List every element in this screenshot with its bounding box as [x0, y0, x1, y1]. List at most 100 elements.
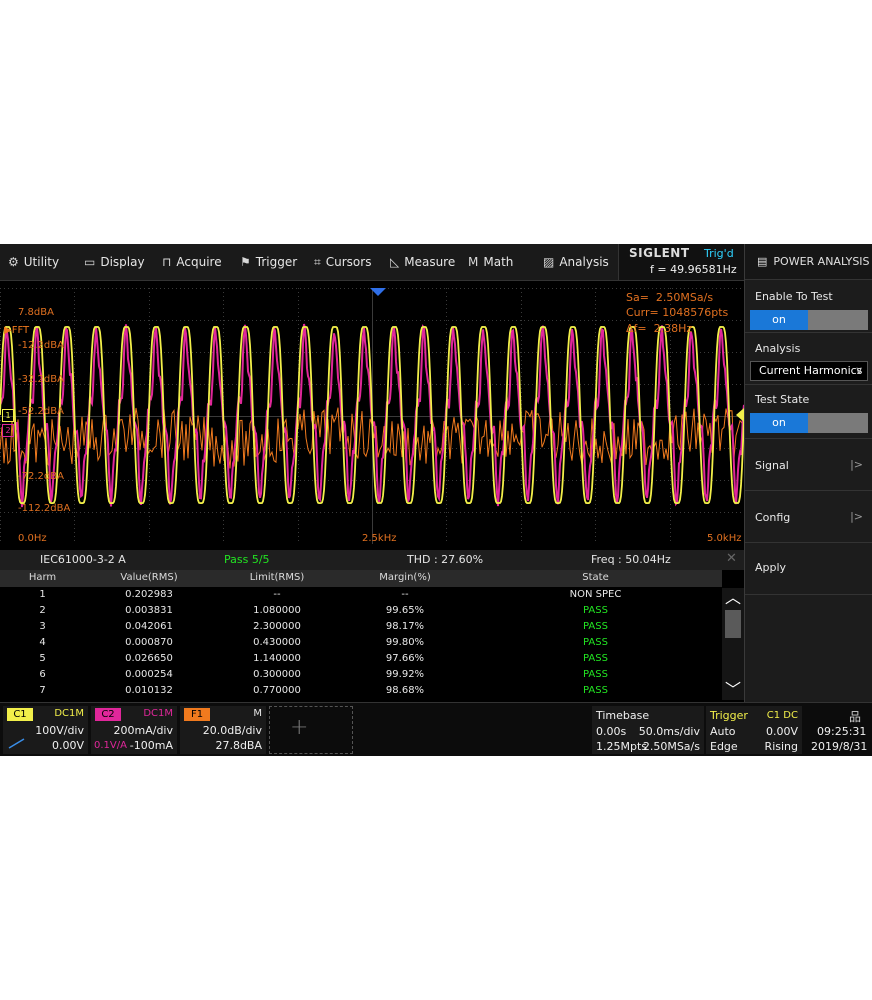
memory-depth: 1.25Mpts	[596, 740, 648, 753]
cell-value: 0.010132	[125, 685, 173, 696]
enable-to-test-section[interactable]: Enable To Test on	[745, 281, 872, 333]
column-header-margin: Margin(%)	[379, 572, 431, 583]
fft-marker[interactable]: ▶FFT	[4, 325, 29, 336]
siglent-logo: SIGLENT	[629, 246, 690, 260]
cell-value: 0.000254	[125, 669, 173, 680]
channel-2-scale: 200mA/div	[113, 724, 174, 737]
cell-value: 0.003831	[125, 605, 173, 616]
cell-state: PASS	[583, 685, 608, 696]
function-1-offset: 27.8dBA	[215, 739, 262, 752]
cell-harm: 7	[39, 685, 46, 696]
menu-acquire[interactable]: ⊓ Acquire	[162, 244, 222, 280]
apply-button[interactable]: Apply	[745, 543, 872, 595]
menu-display[interactable]: ▭ Display	[84, 244, 145, 280]
menu-label: Math	[483, 255, 514, 269]
signal-button[interactable]: Signal |>	[745, 439, 872, 491]
trigger-mode: Auto	[710, 725, 736, 738]
fft-ref-level-5: -72.2dBA	[18, 471, 64, 482]
menu-analysis[interactable]: ▨ Analysis	[543, 244, 609, 280]
enable-to-test-toggle[interactable]: on	[750, 310, 868, 330]
cell-value: 0.202983	[125, 589, 173, 600]
function-1-mode: M	[253, 708, 262, 719]
table-row[interactable]: 4 0.000870 0.430000 99.80% PASS	[0, 636, 722, 652]
test-state-section[interactable]: Test State on	[745, 385, 872, 439]
table-row[interactable]: 3 0.042061 2.300000 98.17% PASS	[0, 620, 722, 636]
enable-to-test-label: Enable To Test	[755, 290, 833, 303]
fft-x-mid: 2.5kHz	[362, 533, 397, 544]
table-row[interactable]: 2 0.003831 1.080000 99.65% PASS	[0, 604, 722, 620]
add-channel-slot[interactable]: +	[269, 706, 353, 754]
fundamental-frequency: Freq : 50.04Hz	[591, 553, 671, 566]
column-header-value: Value(RMS)	[120, 572, 178, 583]
scroll-up-icon[interactable]: ︿	[722, 588, 744, 608]
fft-label: FFT	[11, 325, 30, 336]
config-button[interactable]: Config |>	[745, 491, 872, 543]
status-bar: C1 DC1M 100V/div 0.00V C2 DC1M 200mA/div…	[0, 702, 872, 756]
channel-2-tag: C2	[95, 708, 121, 721]
table-scrollbar[interactable]: ︿ ﹀	[722, 588, 744, 700]
channel-1-offset: 0.00V	[51, 739, 84, 752]
timebase-box[interactable]: Timebase 0.00s 50.0ms/div 1.25Mpts 2.50M…	[592, 706, 704, 754]
menu-math[interactable]: M Math	[468, 244, 513, 280]
fft-x-start: 0.0Hz	[18, 533, 47, 544]
scroll-down-icon[interactable]: ﹀	[722, 680, 744, 700]
channel-1-box[interactable]: C1 DC1M 100V/div 0.00V	[3, 706, 88, 754]
cell-limit: 1.140000	[253, 653, 301, 664]
harmonics-summary-bar: IEC61000-3-2 A Pass 5/5 THD : 27.60% Fre…	[0, 550, 744, 570]
trigger-level-marker[interactable]	[736, 408, 744, 422]
measure-icon: ◺	[390, 255, 400, 269]
scroll-thumb[interactable]	[725, 610, 741, 638]
cell-margin: 97.66%	[385, 653, 425, 664]
test-state-toggle[interactable]: on	[750, 413, 868, 433]
function-1-tag: F1	[184, 708, 210, 721]
pass-summary: Pass 5/5	[224, 553, 270, 566]
analysis-dropdown[interactable]: Current Harmonics ∨	[750, 361, 868, 381]
apply-label: Apply	[755, 561, 787, 574]
fft-marker-arrow-icon: ▶	[4, 325, 12, 336]
table-row[interactable]: 6 0.000254 0.300000 99.92% PASS	[0, 668, 722, 684]
menu-cursors[interactable]: ⌗ Cursors	[314, 244, 371, 280]
ch2-marker[interactable]: 2	[2, 424, 14, 437]
function-1-scale: 20.0dB/div	[202, 724, 262, 737]
table-row[interactable]: 1 0.202983 -- -- NON SPEC	[0, 588, 722, 604]
trigger-box[interactable]: Trigger C1 DC Auto 0.00V Edge Rising	[706, 706, 802, 754]
ch1-marker[interactable]: 1	[2, 409, 14, 422]
channel-1-scale: 100V/div	[35, 724, 84, 737]
cell-harm: 2	[39, 605, 46, 616]
trigger-status: Trig'd	[704, 247, 734, 260]
submenu-arrow-icon: |>	[850, 510, 863, 523]
toggle-on: on	[750, 413, 808, 433]
menu-label: Display	[100, 255, 145, 269]
add-icon: +	[290, 715, 309, 740]
channel-2-coupling: DC1M	[143, 708, 173, 719]
cell-state: PASS	[583, 621, 608, 632]
fft-function-box[interactable]: F1 M 20.0dB/div 27.8dBA	[180, 706, 266, 754]
math-icon: M	[468, 255, 479, 269]
column-header-harm: Harm	[28, 572, 57, 583]
oscilloscope-screen: ⚙ Utility ▭ Display ⊓ Acquire ⚑ Trigger …	[0, 244, 872, 756]
analysis-section[interactable]: Analysis Current Harmonics ∨	[745, 333, 872, 385]
probe-icon	[8, 738, 25, 749]
cell-limit: 0.300000	[253, 669, 301, 680]
channel-2-probe: 0.1V/A	[94, 740, 127, 751]
clock-date: 2019/8/31	[811, 740, 868, 753]
test-state-label: Test State	[755, 393, 810, 406]
cell-state: PASS	[583, 653, 608, 664]
menu-measure[interactable]: ◺ Measure	[390, 244, 455, 280]
acquire-icon: ⊓	[162, 255, 172, 269]
cell-margin: 98.17%	[385, 621, 425, 632]
cell-value: 0.042061	[125, 621, 173, 632]
table-row[interactable]: 5 0.026650 1.140000 97.66% PASS	[0, 652, 722, 668]
menu-utility[interactable]: ⚙ Utility	[8, 244, 59, 280]
cell-margin: 99.80%	[385, 637, 425, 648]
fft-x-end: 5.0kHz	[707, 533, 742, 544]
chevron-down-icon: ∨	[854, 364, 863, 377]
panel-title-text: POWER ANALYSIS	[773, 255, 870, 268]
table-row[interactable]: 7 0.010132 0.770000 98.68% PASS	[0, 684, 722, 700]
fft-sample-rate: Sa= 2.50MSa/s	[626, 291, 714, 304]
signal-label: Signal	[755, 459, 789, 472]
menu-trigger[interactable]: ⚑ Trigger	[240, 244, 297, 280]
channel-2-box[interactable]: C2 DC1M 200mA/div 0.1V/A -100mA	[91, 706, 177, 754]
fft-ref-level-bottom: -112.2dBA	[18, 503, 71, 514]
close-icon[interactable]: ✕	[726, 551, 737, 566]
